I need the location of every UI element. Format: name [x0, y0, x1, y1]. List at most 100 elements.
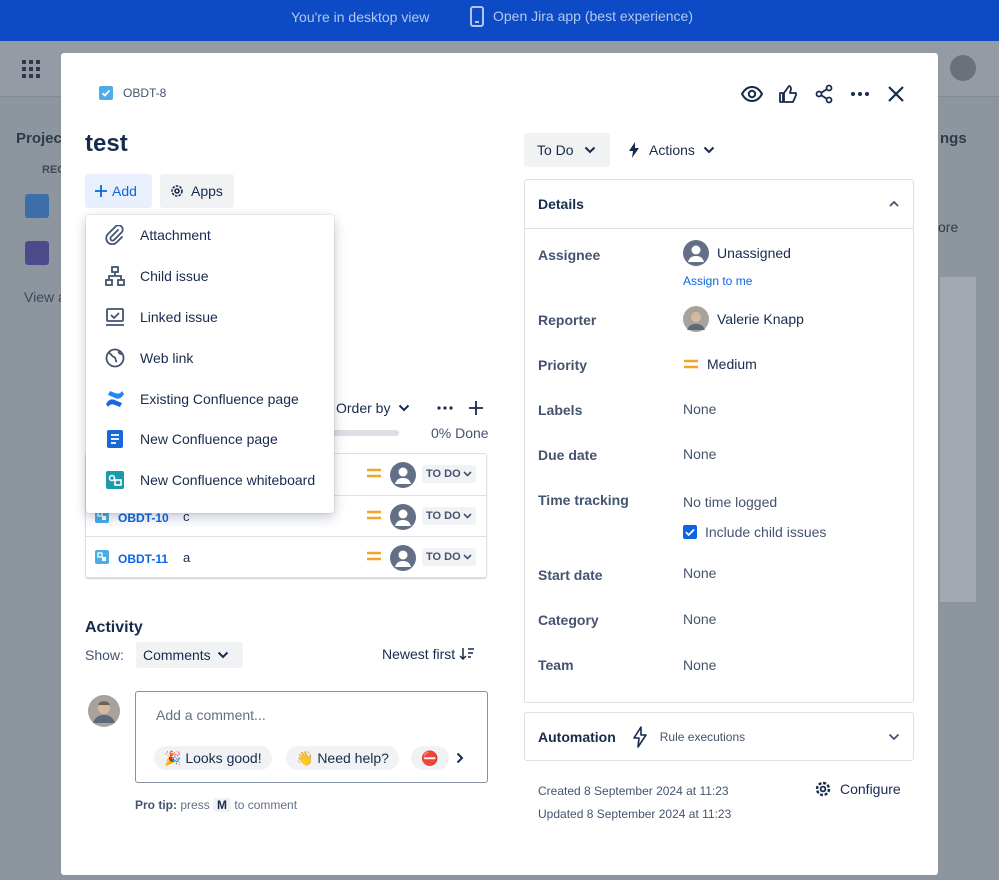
- unassigned-avatar-icon: [390, 462, 416, 488]
- chevron-down-icon: [398, 404, 410, 412]
- add-child-plus-icon[interactable]: [469, 401, 483, 415]
- comment-box[interactable]: Add a comment... 🎉 Looks good! 👋 Need he…: [135, 691, 488, 783]
- vote-thumbs-up-icon[interactable]: [777, 83, 799, 105]
- priority-medium-icon: [366, 509, 382, 521]
- more-actions-icon[interactable]: [849, 83, 871, 105]
- comment-placeholder: Add a comment...: [156, 707, 266, 723]
- watch-eye-icon[interactable]: [741, 83, 763, 105]
- pro-tip: Pro tip: press M to comment: [135, 798, 297, 812]
- status-dropdown[interactable]: TO DO: [422, 548, 476, 566]
- chevron-up-icon[interactable]: [888, 200, 900, 208]
- menu-item-existing-confluence-page[interactable]: Existing Confluence page: [86, 378, 334, 419]
- menu-item-web-link[interactable]: Web link: [86, 337, 334, 378]
- whiteboard-icon: [104, 469, 126, 491]
- chevron-right-icon[interactable]: [456, 752, 464, 764]
- status-dropdown[interactable]: TO DO: [422, 465, 476, 483]
- profile-avatar: [950, 55, 976, 81]
- start-date-label: Start date: [538, 567, 603, 583]
- add-dropdown-menu: Attachment Child issue Linked issue Web …: [86, 215, 334, 513]
- share-icon[interactable]: [813, 83, 835, 105]
- time-tracking-value[interactable]: No time logged: [683, 494, 777, 510]
- issue-breadcrumb: OBDT-8: [99, 86, 166, 100]
- assign-to-me-link[interactable]: Assign to me: [683, 274, 752, 288]
- menu-item-child-issue[interactable]: Child issue: [86, 256, 334, 297]
- add-button[interactable]: Add: [85, 174, 152, 208]
- include-child-issues-checkbox[interactable]: Include child issues: [683, 524, 826, 540]
- more-actions-icon[interactable]: [437, 406, 453, 410]
- status-transition-button[interactable]: To Do: [524, 133, 610, 167]
- start-date-value[interactable]: None: [683, 565, 716, 581]
- category-label: Category: [538, 612, 599, 628]
- pro-tip-text: press: [180, 798, 210, 812]
- open-jira-app-link[interactable]: Open Jira app (best experience): [493, 8, 693, 24]
- chevron-down-icon: [217, 651, 228, 659]
- sort-icon: [459, 648, 475, 661]
- lightning-bolt-icon: [632, 725, 647, 748]
- chevron-down-icon: [703, 146, 715, 154]
- automation-label: Automation: [538, 728, 616, 745]
- pro-tip-text: to comment: [234, 798, 298, 812]
- task-type-icon: [99, 86, 113, 100]
- add-button-label: Add: [112, 183, 137, 199]
- team-value[interactable]: None: [683, 657, 716, 673]
- status-dropdown[interactable]: TO DO: [422, 507, 476, 525]
- priority-medium-icon: [366, 467, 382, 479]
- status-label: TO DO: [426, 510, 461, 522]
- bg-projects-label: Projec: [16, 130, 62, 147]
- issue-modal: OBDT-8 test Add Apps Attachment Child is…: [61, 53, 938, 875]
- menu-item-label: Existing Confluence page: [140, 390, 299, 407]
- menu-item-linked-issue[interactable]: Linked issue: [86, 297, 334, 338]
- status-label: TO DO: [426, 551, 461, 563]
- issue-header-actions: [741, 83, 907, 105]
- plus-icon: [95, 185, 107, 197]
- priority-field[interactable]: Medium: [683, 356, 757, 372]
- menu-item-new-confluence-whiteboard[interactable]: New Confluence whiteboard: [86, 460, 334, 501]
- menu-item-attachment[interactable]: Attachment: [86, 215, 334, 256]
- gear-icon: [815, 781, 831, 797]
- apps-button[interactable]: Apps: [160, 174, 234, 208]
- reporter-field[interactable]: Valerie Knapp: [683, 306, 804, 332]
- issue-title[interactable]: test: [85, 130, 128, 158]
- quick-reply-looks-good[interactable]: 🎉 Looks good!: [154, 746, 272, 770]
- menu-item-label: Web link: [140, 349, 194, 366]
- apps-button-label: Apps: [191, 183, 223, 199]
- close-icon[interactable]: [885, 83, 907, 105]
- subtask-icon: [95, 550, 109, 564]
- table-row[interactable]: OBDT-11 a TO DO: [86, 536, 486, 577]
- phone-icon: [468, 6, 486, 28]
- child-issue-key[interactable]: OBDT-10: [118, 511, 169, 525]
- category-value[interactable]: None: [683, 611, 716, 627]
- labels-label: Labels: [538, 402, 583, 418]
- app-switcher-icon: [22, 60, 40, 78]
- bg-project-icon: [25, 194, 49, 218]
- details-header[interactable]: Details: [525, 180, 913, 229]
- actions-label: Actions: [649, 142, 695, 158]
- assignee-field[interactable]: Unassigned: [683, 240, 791, 266]
- order-by-button[interactable]: Order by: [336, 400, 410, 416]
- automation-panel[interactable]: Automation Rule executions: [524, 712, 914, 761]
- actions-button[interactable]: Actions: [627, 133, 715, 167]
- include-child-issues-label: Include child issues: [705, 524, 827, 540]
- configure-button[interactable]: Configure: [814, 780, 901, 798]
- child-issue-key[interactable]: OBDT-11: [118, 552, 168, 566]
- menu-item-label: New Confluence whiteboard: [140, 472, 316, 489]
- unassigned-avatar-icon: [390, 545, 416, 571]
- pro-tip-label: Pro tip:: [135, 798, 177, 812]
- quick-reply-need-help[interactable]: 👋 Need help?: [286, 746, 399, 770]
- menu-item-label: Attachment: [140, 227, 211, 244]
- issue-key-link[interactable]: OBDT-8: [123, 86, 166, 100]
- due-date-value[interactable]: None: [683, 446, 716, 462]
- child-issue-summary: a: [183, 550, 191, 565]
- sort-order-button[interactable]: Newest first: [382, 646, 475, 662]
- activity-filter-dropdown[interactable]: Comments: [136, 642, 243, 668]
- checkbox-checked-icon: [683, 525, 697, 539]
- order-by-label: Order by: [336, 400, 391, 416]
- progress-bar: [329, 430, 399, 436]
- menu-item-label: Linked issue: [140, 308, 218, 325]
- globe-icon: [104, 347, 126, 369]
- priority-medium-icon: [366, 550, 382, 562]
- quick-reply-blocked[interactable]: ⛔: [411, 746, 449, 770]
- menu-item-new-confluence-page[interactable]: New Confluence page: [86, 419, 334, 460]
- labels-value[interactable]: None: [683, 401, 716, 417]
- lightning-bolt-icon: [629, 142, 639, 158]
